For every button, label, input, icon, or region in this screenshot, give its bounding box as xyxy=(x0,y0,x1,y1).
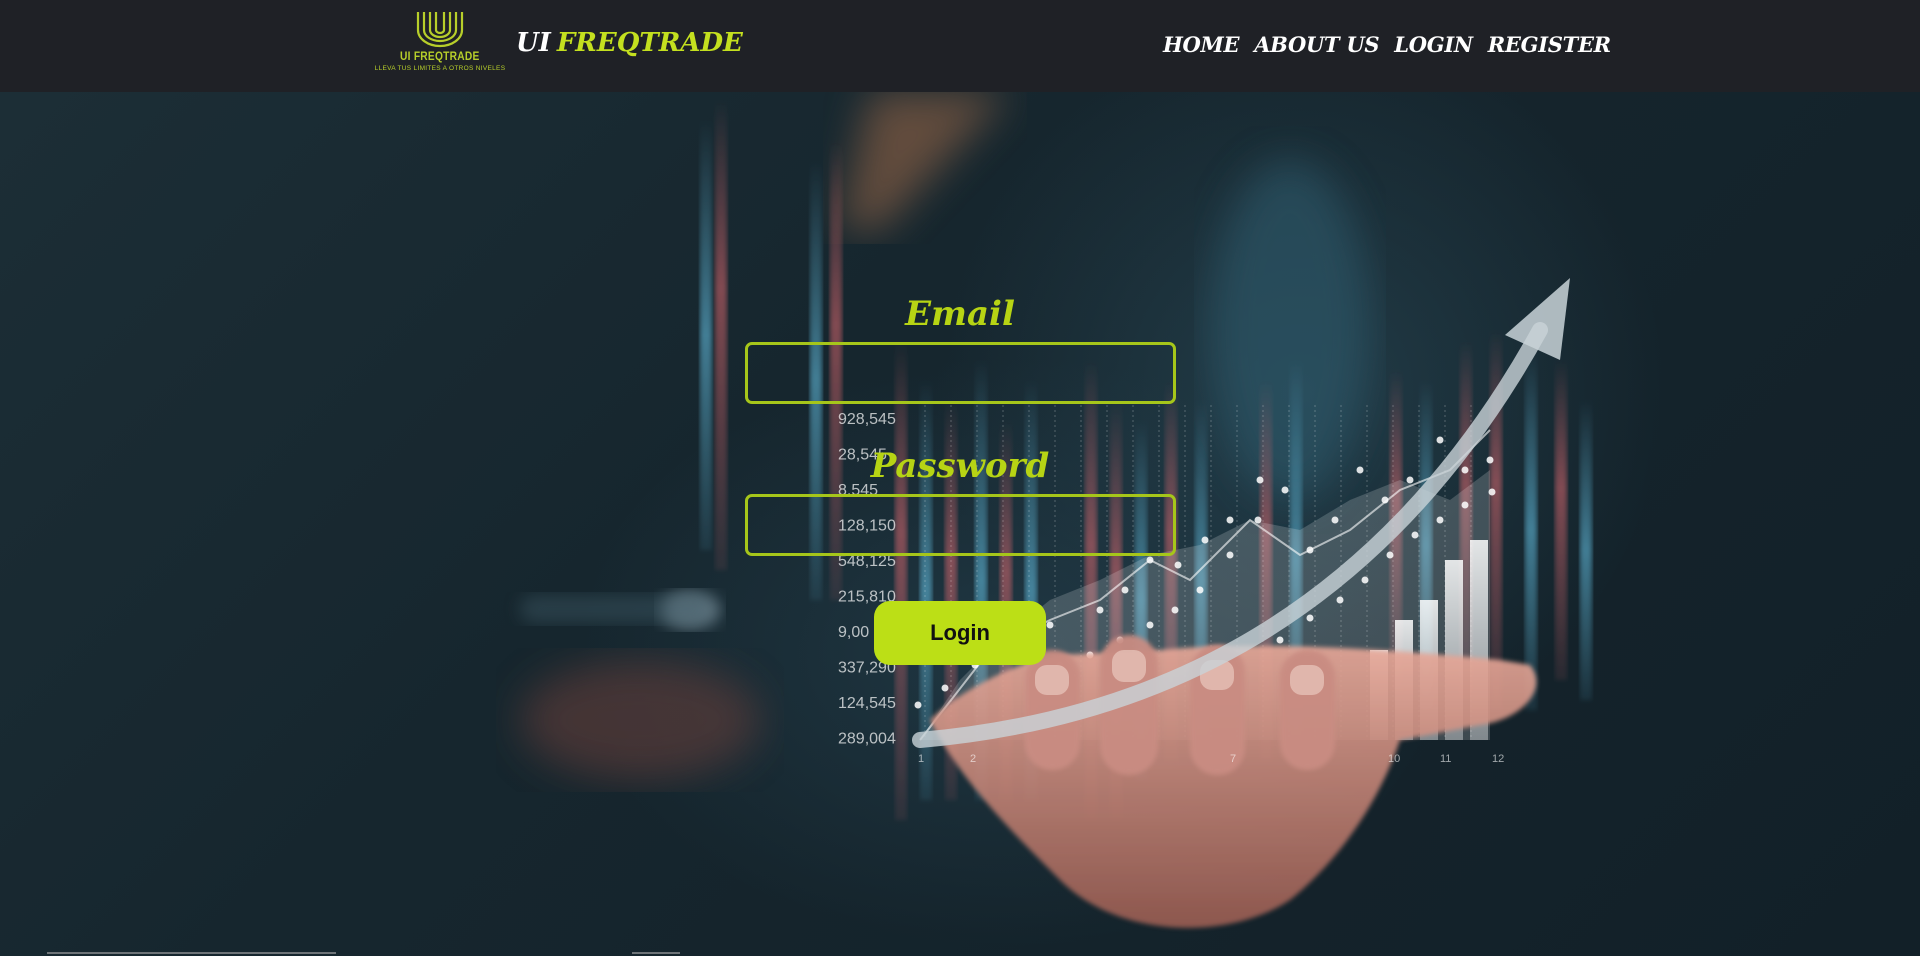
nav-register[interactable]: REGISTER xyxy=(1488,32,1611,57)
chart-dot xyxy=(1146,621,1154,629)
logo-name: UI FREQTRADE xyxy=(400,49,480,63)
chart-dot xyxy=(1461,466,1469,474)
axis-value: 124,545 xyxy=(838,695,896,712)
chart-dot xyxy=(1201,536,1209,544)
chart-dot xyxy=(1171,606,1179,614)
chart-dot xyxy=(1336,596,1344,604)
bottom-divider-left xyxy=(47,952,336,954)
main-nav: HOME ABOUT US LOGIN REGISTER xyxy=(1163,32,1611,57)
chart-dot xyxy=(1436,436,1444,444)
chart-dot xyxy=(1226,551,1234,559)
chart-dot xyxy=(1306,614,1314,622)
chart-dot xyxy=(1381,496,1389,504)
axis-value: 28,545 xyxy=(838,447,887,464)
chart-dot xyxy=(941,684,949,692)
nav-home[interactable]: HOME xyxy=(1163,32,1239,57)
brand-title-part1: UI xyxy=(516,28,551,58)
axis-value: 928,545 xyxy=(838,411,896,428)
chart-dot xyxy=(1254,516,1262,524)
chart-dot xyxy=(1196,586,1204,594)
chart-dot xyxy=(1331,516,1339,524)
password-input[interactable] xyxy=(745,494,1176,556)
axis-tick: 11 xyxy=(1440,753,1451,765)
axis-tick: 1 xyxy=(918,753,924,765)
navbar: UI FREQTRADE LLEVA TUS LIMITES A OTROS N… xyxy=(0,0,1920,92)
chart-dot xyxy=(1256,476,1264,484)
nav-about-us[interactable]: ABOUT US xyxy=(1254,32,1379,57)
chart-dot xyxy=(1486,456,1494,464)
chart-dot xyxy=(1356,466,1364,474)
chart-dot xyxy=(1096,606,1104,614)
chart-dot xyxy=(1461,501,1469,509)
chart-dot xyxy=(1146,556,1154,564)
chart-dot xyxy=(1226,516,1234,524)
chart-dot xyxy=(914,701,922,709)
chart-dot xyxy=(1361,576,1369,584)
login-button[interactable]: Login xyxy=(874,601,1046,665)
glow-bar xyxy=(895,340,907,820)
logo-u-icon xyxy=(416,12,464,48)
chart-dot xyxy=(1121,586,1129,594)
chart-dot xyxy=(1436,516,1444,524)
glow-bar xyxy=(715,100,727,570)
glow-bar xyxy=(1555,360,1567,680)
glow-bar xyxy=(700,120,712,550)
chart-dot xyxy=(1276,636,1284,644)
brand-title-part2: FREQTRADE xyxy=(556,28,743,58)
axis-tick: 7 xyxy=(1230,753,1236,765)
nav-login[interactable]: LOGIN xyxy=(1394,32,1473,57)
chart-dot xyxy=(1488,488,1496,496)
logo[interactable]: UI FREQTRADE LLEVA TUS LIMITES A OTROS N… xyxy=(375,10,505,82)
axis-tick: 12 xyxy=(1492,753,1504,765)
chart-dot xyxy=(1281,486,1289,494)
glow-bar xyxy=(1525,350,1537,710)
axis-tick: 2 xyxy=(970,753,976,765)
axis-value: 9,00 xyxy=(838,624,869,641)
axis-value: 289,004 xyxy=(838,731,896,748)
chart-dot xyxy=(1306,546,1314,554)
glow-bar xyxy=(1580,400,1592,700)
chart-dot xyxy=(1386,551,1394,559)
chart-dot xyxy=(1406,476,1414,484)
chart-dot xyxy=(1174,561,1182,569)
logo-tagline: LLEVA TUS LIMITES A OTROS NIVELES xyxy=(374,65,506,72)
axis-tick: 10 xyxy=(1388,753,1400,765)
bottom-divider-mid xyxy=(632,952,680,954)
chart-dot xyxy=(1411,531,1419,539)
brand-title[interactable]: UI FREQTRADE xyxy=(516,28,743,58)
email-input[interactable] xyxy=(745,342,1176,404)
chart-dot xyxy=(1046,621,1054,629)
